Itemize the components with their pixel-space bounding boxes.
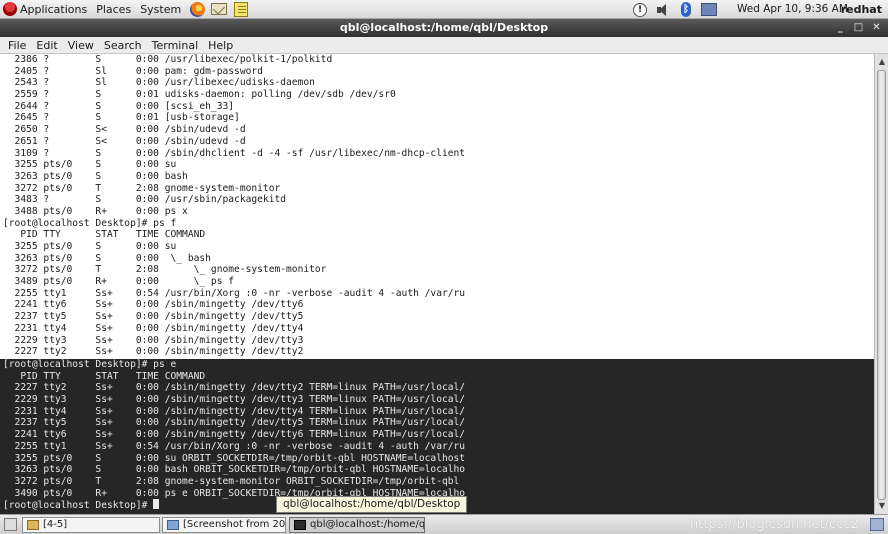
terminal-line: 2237 tty5 Ss+ 0:00 /sbin/mingetty /dev/t… — [3, 311, 304, 323]
terminal-line: 2231 tty4 Ss+ 0:00 /sbin/mingetty /dev/t… — [3, 322, 304, 334]
selected-output: [root@localhost Desktop]# ps e PID TTY S… — [0, 359, 874, 499]
redhat-logo-icon — [3, 2, 17, 16]
folder-icon — [27, 520, 39, 530]
scroll-up-arrow-icon[interactable]: ▲ — [876, 56, 888, 68]
system-menu[interactable]: System — [134, 0, 184, 19]
terminal-line: 3263 pts/0 S 0:00 bash ORBIT_SOCKETDIR=/… — [3, 464, 466, 476]
task-screenshot-label: [Screenshot from 2019... — [183, 519, 286, 530]
terminal-scrollbar[interactable]: ▲ ▼ — [874, 54, 888, 514]
taskbar-tooltip: qbl@localhost:/home/qbl/Desktop — [276, 496, 468, 513]
terminal-line: 3488 pts/0 R+ 0:00 ps x — [3, 205, 188, 217]
menu-view[interactable]: View — [68, 39, 94, 52]
window-titlebar[interactable]: qbl@localhost:/home/qbl/Desktop _ □ ✕ — [0, 19, 888, 37]
terminal-line: 2386 ? S 0:00 /usr/libexec/polkit-1/polk… — [3, 54, 333, 65]
terminal-line: 3255 pts/0 S 0:00 su — [3, 241, 177, 252]
terminal-line: 3489 pts/0 R+ 0:00 \_ ps f — [3, 276, 235, 288]
note-editor-icon — [234, 1, 249, 17]
scroll-thumb[interactable] — [877, 70, 886, 500]
terminal-line: [root@localhost Desktop]# ps e — [3, 359, 177, 370]
top-panel: Applications Places System ! ᛒ Wed Apr 1… — [0, 0, 888, 19]
terminal-line: 2229 tty3 Ss+ 0:00 /sbin/mingetty /dev/t… — [3, 334, 304, 346]
terminal-line: 2255 tty1 Ss+ 0:54 /usr/bin/Xorg :0 -nr … — [3, 287, 466, 299]
terminal-line: 2645 ? S 0:01 [usb-storage] — [3, 112, 240, 124]
task-terminal-label: qbl@localhost:/home/q... — [310, 519, 425, 530]
terminal-prompt: [root@localhost Desktop]# — [3, 500, 154, 512]
terminal-icon — [294, 520, 306, 530]
network-tray-button[interactable] — [701, 2, 717, 18]
terminal-line: 2559 ? S 0:01 udisks-daemon: polling /de… — [3, 89, 396, 101]
terminal-line: 3263 pts/0 S 0:00 bash — [3, 170, 188, 182]
watermark: https://blog.csdn.net/ccc2 — [690, 517, 859, 532]
terminal-cursor — [153, 499, 160, 510]
terminal-line: 3255 pts/0 S 0:00 su — [3, 159, 177, 171]
terminal-line: 2241 tty6 Ss+ 0:00 /sbin/mingetty /dev/t… — [3, 299, 304, 311]
user-menu[interactable]: redhat — [841, 3, 882, 16]
terminal-line: 3255 pts/0 S 0:00 su ORBIT_SOCKETDIR=/tm… — [3, 452, 466, 464]
terminal-line: 2644 ? S 0:00 [scsi_eh_33] — [3, 100, 235, 112]
window-controls: _ □ ✕ — [830, 21, 884, 35]
terminal-line: 2227 tty2 Ss+ 0:00 /sbin/mingetty /dev/t… — [3, 382, 466, 394]
task-screenshot[interactable]: [Screenshot from 2019... — [162, 517, 286, 533]
menu-file[interactable]: File — [8, 39, 26, 52]
menu-search[interactable]: Search — [104, 39, 142, 52]
mail-icon — [211, 3, 228, 15]
bluetooth-tray-button[interactable]: ᛒ — [678, 2, 694, 18]
menu-help[interactable]: Help — [208, 39, 233, 52]
terminal-line: 3263 pts/0 S 0:00 \_ bash — [3, 252, 211, 264]
clock[interactable]: Wed Apr 10, 9:36 AM — [737, 3, 848, 15]
terminal-line: 2405 ? Sl 0:00 pam: gdm-password — [3, 65, 263, 77]
terminal-selection: [root@localhost Desktop]# ps e PID TTY S… — [0, 359, 874, 514]
terminal-line: 3272 pts/0 T 2:08 gnome-system-monitor O… — [3, 475, 460, 487]
bluetooth-icon: ᛒ — [681, 2, 691, 17]
task-terminal[interactable]: qbl@localhost:/home/q... — [289, 517, 425, 533]
terminal-line: 2650 ? S< 0:00 /sbin/udevd -d — [3, 124, 246, 136]
firefox-launcher[interactable] — [188, 1, 206, 18]
terminal-line: PID TTY STAT TIME COMMAND — [3, 229, 206, 241]
terminal-line: 3483 ? S 0:00 /usr/sbin/packagekitd — [3, 194, 287, 206]
terminal-line: 2231 tty4 Ss+ 0:00 /sbin/mingetty /dev/t… — [3, 405, 466, 417]
applications-menu[interactable]: Applications — [0, 0, 90, 19]
terminal-line: 2241 tty6 Ss+ 0:00 /sbin/mingetty /dev/t… — [3, 429, 466, 441]
terminal-line: 2651 ? S< 0:00 /sbin/udevd -d — [3, 135, 246, 147]
system-tray: ! ᛒ — [632, 0, 724, 19]
close-button[interactable]: ✕ — [869, 21, 884, 35]
terminal-line: [root@localhost Desktop]# ps f — [3, 217, 177, 229]
menubar: File Edit View Search Terminal Help — [0, 37, 888, 54]
bottom-taskbar: [4-5] [Screenshot from 2019... qbl@local… — [0, 514, 888, 534]
terminal-line: 3272 pts/0 T 2:08 gnome-system-monitor — [3, 182, 281, 194]
info-icon: ! — [633, 2, 647, 17]
places-menu-label: Places — [96, 2, 132, 16]
applications-menu-label: Applications — [20, 2, 88, 16]
terminal-line: 2227 tty2 Ss+ 0:00 /sbin/mingetty /dev/t… — [3, 346, 304, 358]
scroll-down-arrow-icon[interactable]: ▼ — [876, 500, 888, 512]
note-editor-launcher[interactable] — [232, 1, 250, 18]
terminal-line: 3109 ? S 0:00 /sbin/dhclient -d -4 -sf /… — [3, 147, 466, 159]
places-menu[interactable]: Places — [90, 0, 134, 19]
volume-tray-button[interactable] — [655, 2, 671, 18]
terminal-line: PID TTY STAT TIME COMMAND — [3, 370, 206, 382]
terminal-line: 2229 tty3 Ss+ 0:00 /sbin/mingetty /dev/t… — [3, 394, 466, 406]
firefox-icon — [189, 1, 205, 17]
terminal-line: 2255 tty1 Ss+ 0:54 /usr/bin/Xorg :0 -nr … — [3, 440, 466, 452]
terminal-scrollback: 2386 ? S 0:00 /usr/libexec/polkit-1/polk… — [0, 54, 874, 358]
mail-launcher[interactable] — [210, 1, 228, 18]
system-menu-label: System — [140, 2, 182, 16]
minimize-button[interactable]: _ — [833, 21, 848, 35]
maximize-button[interactable]: □ — [851, 21, 866, 35]
task-folder[interactable]: [4-5] — [22, 517, 160, 533]
terminal-line: 2237 tty5 Ss+ 0:00 /sbin/mingetty /dev/t… — [3, 417, 466, 429]
info-tray-button[interactable]: ! — [632, 2, 648, 18]
image-icon — [167, 520, 179, 530]
network-icon — [701, 3, 717, 16]
show-desktop-button[interactable] — [4, 518, 17, 531]
task-folder-label: [4-5] — [43, 519, 68, 530]
volume-icon — [656, 3, 670, 17]
menu-terminal[interactable]: Terminal — [152, 39, 199, 52]
terminal-line: 2543 ? Sl 0:00 /usr/libexec/udisks-daemo… — [3, 77, 315, 89]
terminal-line: 3272 pts/0 T 2:08 \_ gnome-system-monito… — [3, 264, 327, 276]
terminal-output[interactable]: 2386 ? S 0:00 /usr/libexec/polkit-1/polk… — [0, 54, 874, 514]
window-title: qbl@localhost:/home/qbl/Desktop — [339, 21, 549, 34]
workspace-switcher[interactable] — [870, 518, 884, 531]
menu-edit[interactable]: Edit — [36, 39, 57, 52]
